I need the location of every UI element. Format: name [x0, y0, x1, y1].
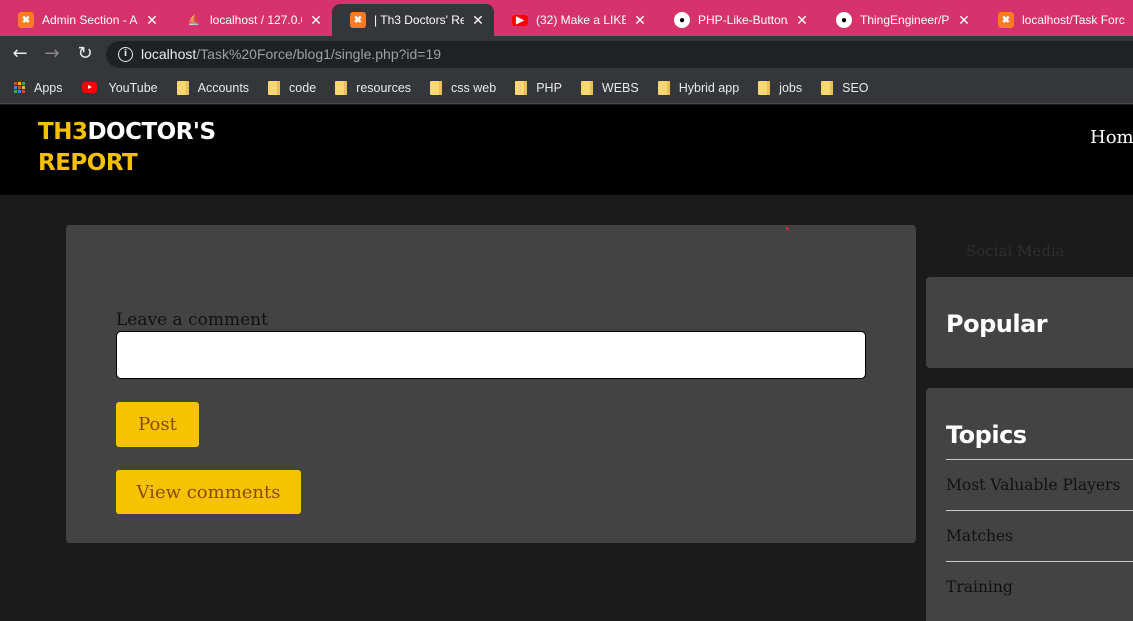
topic-item[interactable]: Most Valuable Players [946, 459, 1133, 510]
bookmark-label: css web [451, 80, 497, 95]
bookmark-label: jobs [779, 80, 803, 95]
bookmark-code[interactable]: code [268, 80, 317, 95]
close-icon[interactable]: ✕ [632, 12, 648, 29]
bookmark-label: Apps [34, 80, 63, 95]
xampp-icon: ✖ [998, 12, 1014, 28]
tab-youtube-like-button[interactable]: ▶ (32) Make a LIKE B ✕ [494, 4, 656, 36]
social-media-heading: Social Media [966, 242, 1065, 260]
browser-toolbar: ← → ↻ i localhost/Task%20Force/blog1/sin… [0, 36, 1133, 72]
phpmyadmin-icon: ⛵ [187, 14, 201, 26]
xampp-icon: ✖ [18, 12, 34, 28]
bookmark-jobs[interactable]: jobs [758, 80, 803, 95]
folder-icon [580, 80, 593, 95]
bookmark-label: resources [356, 80, 412, 95]
logo-text: DOCTOR'S [87, 119, 216, 145]
bookmark-label: Hybrid app [678, 80, 740, 95]
xampp-icon: ✖ [350, 12, 366, 28]
folder-icon [821, 80, 834, 95]
forward-arrow-icon[interactable]: → [40, 42, 64, 66]
logo-accent-text: TH3 [38, 119, 88, 145]
bookmark-seo[interactable]: SEO [821, 80, 869, 95]
tab-title: localhost / 127.0.0 [210, 13, 302, 27]
tab-title: Admin Section - A [42, 13, 138, 27]
tab-task-force[interactable]: ✖ localhost/Task Forc [980, 4, 1133, 36]
folder-icon [515, 80, 528, 95]
folder-icon [430, 80, 443, 95]
logo-text-line2: REPORT [38, 150, 138, 176]
url-text[interactable]: localhost/Task%20Force/blog1/single.php?… [141, 46, 441, 62]
view-comments-button[interactable]: View comments [116, 470, 301, 514]
topic-item[interactable]: Training [946, 561, 1133, 612]
tab-php-like-button[interactable]: ● PHP-Like-Button/p ✕ [656, 4, 818, 36]
folder-icon [758, 80, 771, 95]
url-path: /Task%20Force/blog1/single.php?id=19 [196, 46, 442, 62]
folder-icon [268, 80, 281, 95]
site-header: TH3DOCTOR'S REPORT Home [0, 105, 1133, 195]
post-button[interactable]: Post [116, 402, 199, 447]
github-icon: ● [836, 12, 852, 28]
back-arrow-icon[interactable]: ← [8, 42, 32, 66]
tab-thingengineer[interactable]: ● ThingEngineer/PH ✕ [818, 4, 980, 36]
bookmark-label: Accounts [197, 80, 250, 95]
bookmark-hybrid-app[interactable]: Hybrid app [657, 80, 740, 95]
tab-title: PHP-Like-Button/p [698, 13, 788, 27]
close-icon[interactable]: ✕ [308, 12, 324, 29]
bookmark-label: code [289, 80, 317, 95]
popular-section: Popular [926, 277, 1133, 368]
bookmark-css-web[interactable]: css web [430, 80, 497, 95]
nav-home-link[interactable]: Home [1090, 127, 1133, 148]
folder-icon [176, 80, 189, 95]
bookmark-label: SEO [842, 80, 869, 95]
url-host: localhost [141, 46, 197, 62]
bookmark-webs[interactable]: WEBS [580, 80, 639, 95]
site-logo[interactable]: TH3DOCTOR'S REPORT [38, 117, 216, 179]
tab-title: | Th3 Doctors' Rep [374, 13, 464, 27]
tab-title: (32) Make a LIKE B [536, 13, 626, 27]
bookmark-accounts[interactable]: Accounts [176, 80, 250, 95]
tab-admin-section[interactable]: ✖ Admin Section - A ✕ [0, 4, 168, 36]
tab-title: ThingEngineer/PH [860, 13, 950, 27]
apps-grid-icon [14, 82, 25, 93]
youtube-icon [81, 82, 97, 93]
close-icon[interactable]: ✕ [794, 12, 810, 29]
tab-title: localhost/Task Forc [1022, 13, 1125, 27]
bookmark-label: YouTube [108, 80, 158, 95]
topics-section: Topics Most Valuable Players Matches Tra… [926, 388, 1133, 621]
info-icon[interactable]: i [118, 47, 133, 62]
bookmark-php[interactable]: PHP [515, 80, 562, 95]
topic-item[interactable]: Matches [946, 510, 1133, 561]
folder-icon [335, 80, 348, 95]
reload-icon[interactable]: ↻ [73, 42, 97, 66]
close-icon[interactable]: ✕ [470, 12, 486, 29]
topics-title: Topics [946, 421, 1027, 449]
bookmark-label: PHP [536, 80, 562, 95]
topics-list: Most Valuable Players Matches Training [946, 459, 1133, 612]
browser-tab-strip: ✖ Admin Section - A ✕ ⛵ localhost / 127.… [0, 0, 1133, 36]
tab-phpmyadmin[interactable]: ⛵ localhost / 127.0.0 ✕ [168, 4, 332, 36]
close-icon[interactable]: ✕ [956, 12, 972, 29]
address-bar[interactable]: i localhost/Task%20Force/blog1/single.ph… [106, 41, 1133, 68]
bookmark-apps[interactable]: Apps [14, 81, 63, 95]
folder-icon [657, 80, 670, 95]
comment-input[interactable] [116, 331, 866, 379]
youtube-icon: ▶ [512, 14, 528, 26]
popular-title: Popular [946, 310, 1048, 338]
red-dot-marker [786, 227, 789, 230]
comment-card: Leave a comment Post View comments [66, 225, 916, 543]
github-icon: ● [674, 12, 690, 28]
bookmark-label: WEBS [601, 80, 639, 95]
bookmark-resources[interactable]: resources [335, 80, 412, 95]
bookmark-youtube[interactable]: YouTube [81, 80, 158, 95]
bookmarks-bar: Apps YouTube Accounts code resources css… [0, 72, 1133, 104]
comment-label: Leave a comment [116, 310, 268, 330]
tab-th3-doctors-report[interactable]: ✖ | Th3 Doctors' Rep ✕ [332, 4, 494, 36]
close-icon[interactable]: ✕ [144, 12, 160, 29]
